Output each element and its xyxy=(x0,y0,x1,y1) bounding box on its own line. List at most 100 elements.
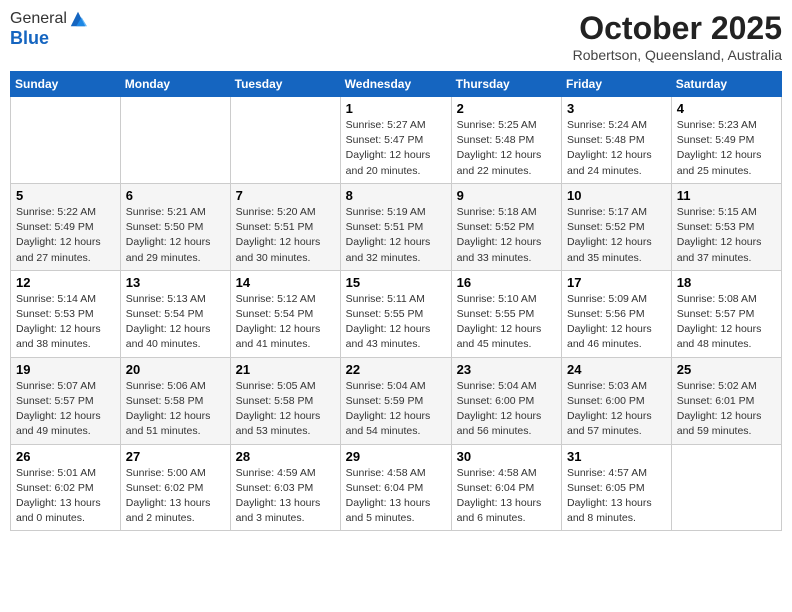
calendar-cell xyxy=(11,97,121,184)
logo: General Blue xyxy=(10,10,87,49)
day-number: 12 xyxy=(16,275,115,290)
calendar-cell: 14Sunrise: 5:12 AM Sunset: 5:54 PM Dayli… xyxy=(230,270,340,357)
calendar-cell: 19 Sunrise: 5:07 AM Sunset: 5:57 PM Dayli… xyxy=(11,357,121,444)
day-info: Sunrise: 4:58 AM Sunset: 6:04 PM Dayligh… xyxy=(346,466,446,527)
calendar-cell: 11 Sunrise: 5:15 AM Sunset: 5:53 PM Dayli… xyxy=(671,183,781,270)
calendar-cell: 20Sunrise: 5:06 AM Sunset: 5:58 PM Dayli… xyxy=(120,357,230,444)
calendar-week-row: 12Sunrise: 5:14 AM Sunset: 5:53 PM Dayli… xyxy=(11,270,782,357)
day-number: 19 xyxy=(16,362,115,377)
weekday-header-monday: Monday xyxy=(120,72,230,97)
calendar-cell: 2 Sunrise: 5:25 AM Sunset: 5:48 PM Daylig… xyxy=(451,97,561,184)
day-number: 27 xyxy=(126,449,225,464)
calendar-cell xyxy=(230,97,340,184)
calendar-cell: 27 Sunrise: 5:00 AM Sunset: 6:02 PM Dayli… xyxy=(120,444,230,531)
calendar-week-row: 1Sunrise: 5:27 AM Sunset: 5:47 PM Daylig… xyxy=(11,97,782,184)
calendar-cell: 15Sunrise: 5:11 AM Sunset: 5:55 PM Dayli… xyxy=(340,270,451,357)
logo-general: General xyxy=(10,10,67,28)
calendar-cell: 21Sunrise: 5:05 AM Sunset: 5:58 PM Dayli… xyxy=(230,357,340,444)
calendar-cell: 5Sunrise: 5:22 AM Sunset: 5:49 PM Daylig… xyxy=(11,183,121,270)
calendar-cell: 3 Sunrise: 5:24 AM Sunset: 5:48 PM Daylig… xyxy=(562,97,672,184)
calendar-cell: 29 Sunrise: 4:58 AM Sunset: 6:04 PM Dayli… xyxy=(340,444,451,531)
day-info: Sunrise: 5:22 AM Sunset: 5:49 PM Dayligh… xyxy=(16,205,115,266)
weekday-header-sunday: Sunday xyxy=(11,72,121,97)
day-info: Sunrise: 5:10 AM Sunset: 5:55 PM Dayligh… xyxy=(457,292,556,353)
day-info: Sunrise: 5:17 AM Sunset: 5:52 PM Dayligh… xyxy=(567,205,666,266)
calendar-cell: 22 Sunrise: 5:04 AM Sunset: 5:59 PM Dayli… xyxy=(340,357,451,444)
day-info: Sunrise: 5:01 AM Sunset: 6:02 PM Dayligh… xyxy=(16,466,115,527)
calendar-cell: 31Sunrise: 4:57 AM Sunset: 6:05 PM Dayli… xyxy=(562,444,672,531)
calendar-cell: 7Sunrise: 5:20 AM Sunset: 5:51 PM Daylig… xyxy=(230,183,340,270)
calendar-cell: 16Sunrise: 5:10 AM Sunset: 5:55 PM Dayli… xyxy=(451,270,561,357)
day-number: 20 xyxy=(126,362,225,377)
day-info: Sunrise: 5:13 AM Sunset: 5:54 PM Dayligh… xyxy=(126,292,225,353)
day-info: Sunrise: 5:04 AM Sunset: 6:00 PM Dayligh… xyxy=(457,379,556,440)
calendar-cell: 25 Sunrise: 5:02 AM Sunset: 6:01 PM Dayli… xyxy=(671,357,781,444)
weekday-header-wednesday: Wednesday xyxy=(340,72,451,97)
weekday-header-thursday: Thursday xyxy=(451,72,561,97)
calendar-cell: 18 Sunrise: 5:08 AM Sunset: 5:57 PM Dayli… xyxy=(671,270,781,357)
calendar-cell: 9 Sunrise: 5:18 AM Sunset: 5:52 PM Daylig… xyxy=(451,183,561,270)
day-info: Sunrise: 5:23 AM Sunset: 5:49 PM Dayligh… xyxy=(677,118,776,179)
day-info: Sunrise: 5:25 AM Sunset: 5:48 PM Dayligh… xyxy=(457,118,556,179)
day-number: 24 xyxy=(567,362,666,377)
day-info: Sunrise: 5:07 AM Sunset: 5:57 PM Dayligh… xyxy=(16,379,115,440)
calendar-cell xyxy=(671,444,781,531)
day-number: 14 xyxy=(236,275,335,290)
calendar-cell: 24 Sunrise: 5:03 AM Sunset: 6:00 PM Dayli… xyxy=(562,357,672,444)
day-number: 28 xyxy=(236,449,335,464)
day-number: 3 xyxy=(567,101,666,116)
calendar-cell: 4 Sunrise: 5:23 AM Sunset: 5:49 PM Daylig… xyxy=(671,97,781,184)
day-number: 29 xyxy=(346,449,446,464)
calendar-cell: 26 Sunrise: 5:01 AM Sunset: 6:02 PM Dayli… xyxy=(11,444,121,531)
weekday-header-friday: Friday xyxy=(562,72,672,97)
day-info: Sunrise: 5:08 AM Sunset: 5:57 PM Dayligh… xyxy=(677,292,776,353)
weekday-header-saturday: Saturday xyxy=(671,72,781,97)
day-number: 15 xyxy=(346,275,446,290)
day-number: 11 xyxy=(677,188,776,203)
day-number: 23 xyxy=(457,362,556,377)
day-number: 6 xyxy=(126,188,225,203)
day-info: Sunrise: 5:04 AM Sunset: 5:59 PM Dayligh… xyxy=(346,379,446,440)
day-info: Sunrise: 5:18 AM Sunset: 5:52 PM Dayligh… xyxy=(457,205,556,266)
day-info: Sunrise: 5:03 AM Sunset: 6:00 PM Dayligh… xyxy=(567,379,666,440)
day-number: 13 xyxy=(126,275,225,290)
logo-blue: Blue xyxy=(10,28,87,49)
calendar-cell: 17Sunrise: 5:09 AM Sunset: 5:56 PM Dayli… xyxy=(562,270,672,357)
location-text: Robertson, Queensland, Australia xyxy=(573,47,782,63)
day-info: Sunrise: 5:05 AM Sunset: 5:58 PM Dayligh… xyxy=(236,379,335,440)
day-number: 8 xyxy=(346,188,446,203)
day-number: 10 xyxy=(567,188,666,203)
day-info: Sunrise: 4:59 AM Sunset: 6:03 PM Dayligh… xyxy=(236,466,335,527)
day-number: 18 xyxy=(677,275,776,290)
calendar-table: SundayMondayTuesdayWednesdayThursdayFrid… xyxy=(10,71,782,531)
day-number: 2 xyxy=(457,101,556,116)
month-title: October 2025 xyxy=(573,10,782,47)
day-info: Sunrise: 5:20 AM Sunset: 5:51 PM Dayligh… xyxy=(236,205,335,266)
day-info: Sunrise: 5:24 AM Sunset: 5:48 PM Dayligh… xyxy=(567,118,666,179)
calendar-cell: 1Sunrise: 5:27 AM Sunset: 5:47 PM Daylig… xyxy=(340,97,451,184)
day-info: Sunrise: 5:02 AM Sunset: 6:01 PM Dayligh… xyxy=(677,379,776,440)
calendar-cell: 28 Sunrise: 4:59 AM Sunset: 6:03 PM Dayli… xyxy=(230,444,340,531)
day-number: 26 xyxy=(16,449,115,464)
day-number: 4 xyxy=(677,101,776,116)
day-info: Sunrise: 4:58 AM Sunset: 6:04 PM Dayligh… xyxy=(457,466,556,527)
calendar-cell: 13 Sunrise: 5:13 AM Sunset: 5:54 PM Dayli… xyxy=(120,270,230,357)
day-info: Sunrise: 5:09 AM Sunset: 5:56 PM Dayligh… xyxy=(567,292,666,353)
day-number: 25 xyxy=(677,362,776,377)
calendar-cell: 12Sunrise: 5:14 AM Sunset: 5:53 PM Dayli… xyxy=(11,270,121,357)
calendar-cell: 6Sunrise: 5:21 AM Sunset: 5:50 PM Daylig… xyxy=(120,183,230,270)
day-info: Sunrise: 5:19 AM Sunset: 5:51 PM Dayligh… xyxy=(346,205,446,266)
day-info: Sunrise: 5:15 AM Sunset: 5:53 PM Dayligh… xyxy=(677,205,776,266)
calendar-cell: 23 Sunrise: 5:04 AM Sunset: 6:00 PM Dayli… xyxy=(451,357,561,444)
day-info: Sunrise: 5:00 AM Sunset: 6:02 PM Dayligh… xyxy=(126,466,225,527)
weekday-header-row: SundayMondayTuesdayWednesdayThursdayFrid… xyxy=(11,72,782,97)
weekday-header-tuesday: Tuesday xyxy=(230,72,340,97)
calendar-cell: 8 Sunrise: 5:19 AM Sunset: 5:51 PM Daylig… xyxy=(340,183,451,270)
calendar-week-row: 5Sunrise: 5:22 AM Sunset: 5:49 PM Daylig… xyxy=(11,183,782,270)
day-info: Sunrise: 4:57 AM Sunset: 6:05 PM Dayligh… xyxy=(567,466,666,527)
page-header: General Blue October 2025 Robertson, Que… xyxy=(10,10,782,63)
day-number: 22 xyxy=(346,362,446,377)
calendar-cell: 30Sunrise: 4:58 AM Sunset: 6:04 PM Dayli… xyxy=(451,444,561,531)
day-number: 9 xyxy=(457,188,556,203)
day-number: 1 xyxy=(346,101,446,116)
